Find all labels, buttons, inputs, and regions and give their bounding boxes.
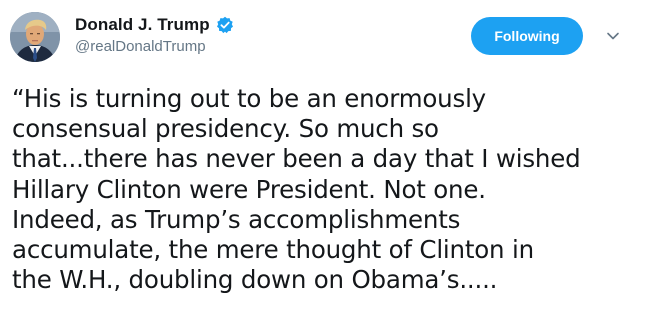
tweet-text-line: Indeed, as Trump’s accomplishments xyxy=(12,204,461,234)
tweet-text-line: that...there has never been a day that I… xyxy=(12,144,581,174)
following-button[interactable]: Following xyxy=(471,17,583,55)
verified-badge-icon xyxy=(216,16,234,34)
tweet-text-line: “His is turning out to be an enormously xyxy=(12,84,486,113)
tweet-text-line: consensual presidency. So much so xyxy=(12,114,439,144)
author-name-row[interactable]: Donald J. Trump xyxy=(75,14,234,36)
tweet-text-line: accumulate, the mere thought of Clinton … xyxy=(12,235,534,265)
avatar-image xyxy=(10,12,60,62)
author-display-name[interactable]: Donald J. Trump xyxy=(75,15,210,35)
tweet-text: “His is turning out to be an enormously … xyxy=(12,84,642,295)
tweet-card: Donald J. Trump @realDonaldTrump Followi… xyxy=(0,0,650,335)
avatar[interactable] xyxy=(10,12,60,62)
author-handle[interactable]: @realDonaldTrump xyxy=(75,38,206,55)
chevron-down-icon[interactable] xyxy=(605,28,621,44)
tweet-text-line: the W.H., doubling down on Obama’s..... xyxy=(12,265,498,295)
tweet-text-line: Hillary Clinton were President. Not one. xyxy=(12,174,486,204)
